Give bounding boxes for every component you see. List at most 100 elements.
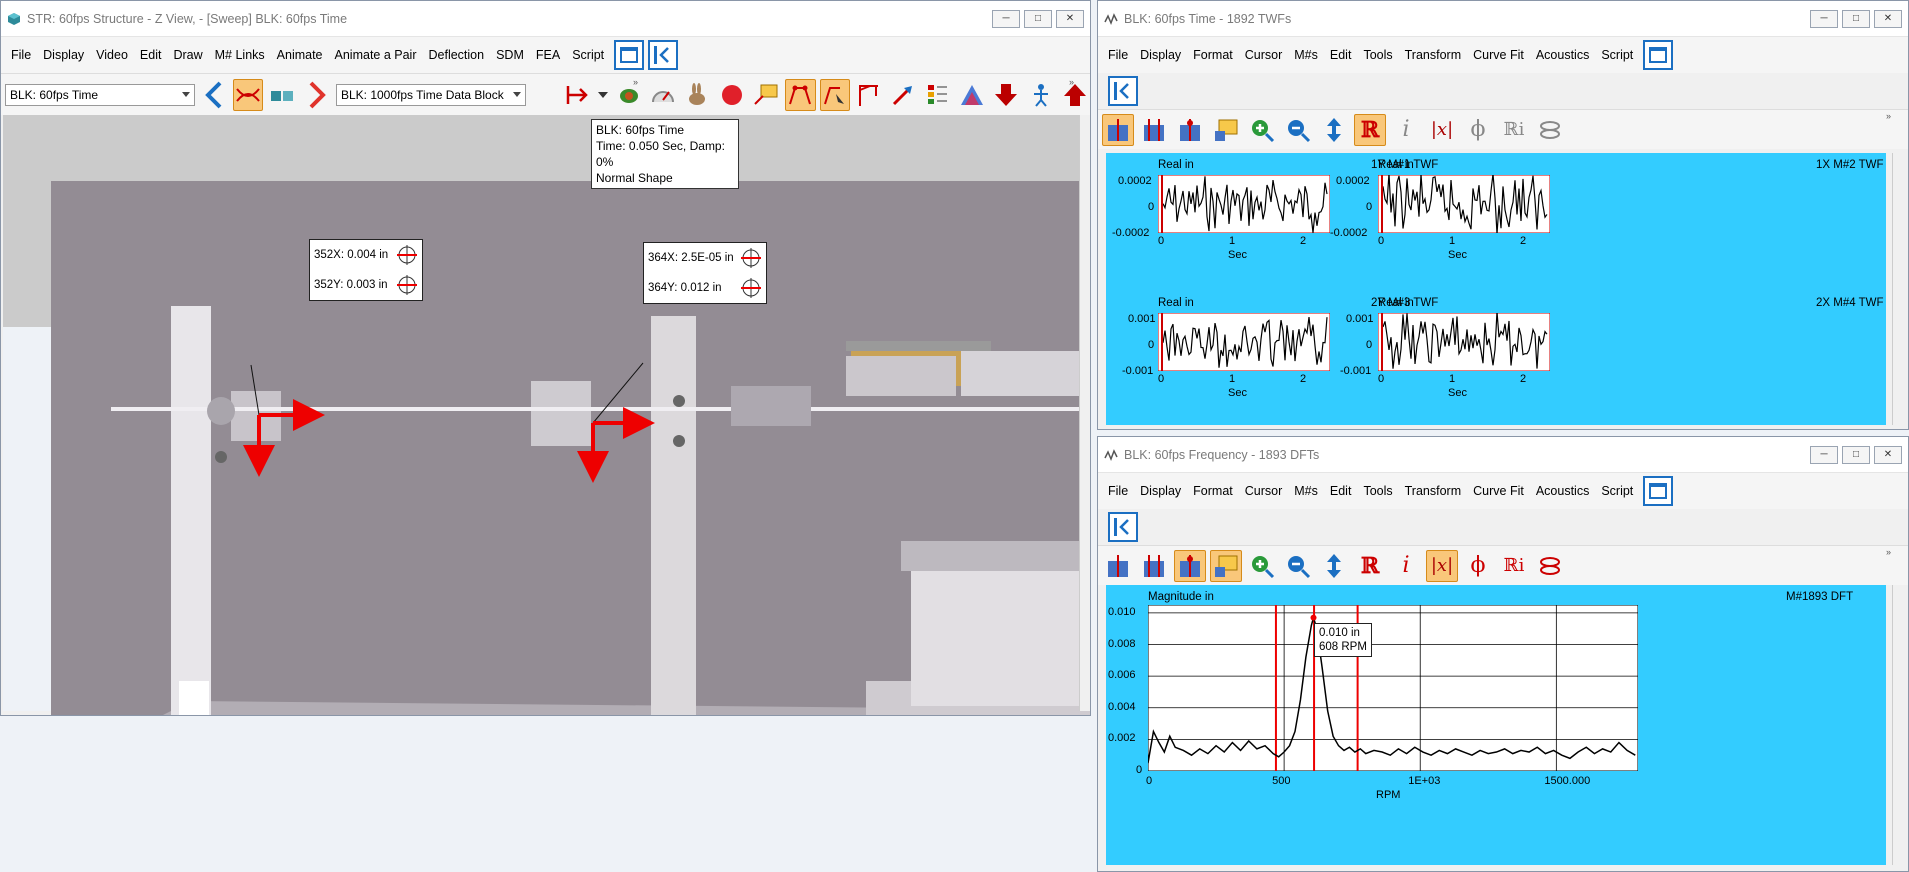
zoom-out-icon[interactable] bbox=[1282, 114, 1314, 146]
zoom-in-icon[interactable] bbox=[1246, 550, 1278, 582]
menu-tools[interactable]: Tools bbox=[1357, 484, 1398, 498]
menu-transform[interactable]: Transform bbox=[1399, 484, 1468, 498]
real-imag-icon[interactable]: ℝi bbox=[1498, 114, 1530, 146]
maximize-button[interactable]: □ bbox=[1842, 9, 1870, 28]
menu-edit[interactable]: Edit bbox=[1324, 484, 1358, 498]
arrow-down-icon[interactable] bbox=[991, 79, 1021, 111]
next-arrow-icon[interactable] bbox=[302, 79, 332, 111]
twf-titlebar[interactable]: BLK: 60fps Time - 1892 TWFs ─ □ ✕ bbox=[1098, 1, 1908, 37]
crosshair-icon[interactable] bbox=[396, 244, 418, 266]
magnitude-icon[interactable]: |x| bbox=[1426, 549, 1458, 582]
color-scale-icon[interactable] bbox=[923, 79, 953, 111]
minimize-button[interactable]: ─ bbox=[1810, 9, 1838, 28]
cubes-icon[interactable] bbox=[267, 79, 297, 111]
twf-scrollbar[interactable] bbox=[1892, 153, 1908, 425]
menu-format[interactable]: Format bbox=[1187, 48, 1239, 62]
menu-edit[interactable]: Edit bbox=[134, 48, 168, 62]
dft-plot-panel[interactable]: Magnitude in M#1893 DFT 0.010 in 608 RPM… bbox=[1106, 585, 1886, 865]
vertical-scale-icon[interactable] bbox=[1318, 550, 1350, 582]
menu-fea[interactable]: FEA bbox=[530, 48, 566, 62]
label-pointer-icon[interactable] bbox=[751, 79, 781, 111]
menu-curve-fit[interactable]: Curve Fit bbox=[1467, 48, 1530, 62]
real-part-icon[interactable]: ℝ bbox=[1354, 113, 1386, 146]
block-select-right[interactable]: BLK: 1000fps Time Data Block bbox=[335, 83, 526, 106]
toolbar-overflow-icon[interactable]: » bbox=[1886, 111, 1891, 121]
window-layout-icon[interactable] bbox=[614, 40, 645, 70]
menu-draw[interactable]: Draw bbox=[167, 48, 208, 62]
window-layout-icon[interactable] bbox=[1643, 476, 1674, 506]
crosshair-icon[interactable] bbox=[740, 247, 762, 269]
dft-titlebar[interactable]: BLK: 60fps Frequency - 1893 DFTs ─ □ ✕ bbox=[1098, 437, 1908, 473]
band-cursor-icon[interactable] bbox=[1138, 114, 1170, 146]
structure-scrollbar[interactable] bbox=[1079, 115, 1090, 711]
real-imag-icon[interactable]: ℝi bbox=[1498, 550, 1530, 582]
minimize-button[interactable]: ─ bbox=[1810, 445, 1838, 464]
real-part-icon[interactable]: ℝ bbox=[1354, 550, 1386, 582]
menu-script[interactable]: Script bbox=[1595, 484, 1639, 498]
menu-display[interactable]: Display bbox=[1134, 48, 1187, 62]
nyquist-icon[interactable] bbox=[1534, 114, 1566, 146]
cursor-values-icon[interactable] bbox=[1210, 114, 1242, 146]
dropdown-chevron-icon[interactable] bbox=[596, 79, 609, 111]
single-cursor-icon[interactable] bbox=[1102, 550, 1134, 582]
menu-tools[interactable]: Tools bbox=[1357, 48, 1398, 62]
vertical-scale-icon[interactable] bbox=[1318, 114, 1350, 146]
window-layout-icon[interactable] bbox=[1643, 40, 1674, 70]
menu-mnums[interactable]: M#s bbox=[1288, 48, 1324, 62]
arrow-diagonal-icon[interactable] bbox=[888, 79, 918, 111]
turtle-icon[interactable] bbox=[614, 79, 644, 111]
peak-cursor-icon[interactable] bbox=[1174, 114, 1206, 146]
toolbar-overflow-icon[interactable]: » bbox=[1886, 547, 1891, 557]
menu-deflection[interactable]: Deflection bbox=[423, 48, 491, 62]
single-cursor-icon[interactable] bbox=[1102, 113, 1134, 146]
rabbit-icon[interactable] bbox=[682, 79, 712, 111]
imaginary-part-icon[interactable]: i bbox=[1390, 550, 1422, 582]
dft-scrollbar[interactable] bbox=[1892, 585, 1908, 865]
imaginary-part-icon[interactable]: i bbox=[1390, 114, 1422, 146]
figure-icon[interactable] bbox=[1025, 79, 1055, 111]
menu-script[interactable]: Script bbox=[566, 48, 610, 62]
point-364-readout[interactable]: 364X: 2.5E-05 in 364Y: 0.012 in bbox=[643, 242, 767, 304]
peak-cursor-icon[interactable] bbox=[1174, 549, 1206, 582]
menu-file[interactable]: File bbox=[5, 48, 37, 62]
menu-acoustics[interactable]: Acoustics bbox=[1530, 484, 1596, 498]
crane-icon[interactable] bbox=[854, 79, 884, 111]
sweep-toggle-icon[interactable] bbox=[232, 78, 264, 111]
zoom-in-icon[interactable] bbox=[1246, 114, 1278, 146]
crosshair-icon[interactable] bbox=[396, 274, 418, 296]
structure-titlebar[interactable]: STR: 60fps Structure - Z View, - [Sweep]… bbox=[1, 1, 1090, 37]
speedometer-icon[interactable] bbox=[648, 79, 678, 111]
close-button[interactable]: ✕ bbox=[1874, 445, 1902, 464]
record-icon[interactable] bbox=[717, 79, 747, 111]
menu-animate-pair[interactable]: Animate a Pair bbox=[329, 48, 423, 62]
structure-viewport[interactable]: 352X: 0.004 in 352Y: 0.003 in 364X: 2.5E… bbox=[3, 115, 1090, 715]
band-cursor-icon[interactable] bbox=[1138, 550, 1170, 582]
structure-tool-icon[interactable] bbox=[562, 79, 592, 111]
crosshair-icon[interactable] bbox=[740, 277, 762, 299]
menu-curve-fit[interactable]: Curve Fit bbox=[1467, 484, 1530, 498]
twf-plot-panel[interactable]: Real in 1Y M#1 TWF 0.0002 0 -0.0002 0 1 … bbox=[1106, 153, 1886, 425]
minimize-button[interactable]: ─ bbox=[992, 9, 1020, 28]
menu-mlinks[interactable]: M# Links bbox=[209, 48, 271, 62]
toolbar-overflow-icon[interactable]: » bbox=[1069, 77, 1074, 87]
dock-left-icon[interactable] bbox=[1108, 512, 1138, 542]
menu-edit[interactable]: Edit bbox=[1324, 48, 1358, 62]
previous-arrow-icon[interactable] bbox=[199, 79, 229, 111]
dock-left-icon[interactable] bbox=[648, 40, 679, 70]
menu-transform[interactable]: Transform bbox=[1399, 48, 1468, 62]
block-select-left[interactable]: BLK: 60fps Time bbox=[5, 83, 195, 106]
menu-script[interactable]: Script bbox=[1595, 48, 1639, 62]
menu-file[interactable]: File bbox=[1102, 48, 1134, 62]
menu-video[interactable]: Video bbox=[90, 48, 134, 62]
menu-format[interactable]: Format bbox=[1187, 484, 1239, 498]
menu-display[interactable]: Display bbox=[37, 48, 90, 62]
maximize-button[interactable]: □ bbox=[1024, 9, 1052, 28]
close-button[interactable]: ✕ bbox=[1056, 9, 1084, 28]
contour-triangle-icon[interactable] bbox=[957, 79, 987, 111]
menu-sdm[interactable]: SDM bbox=[490, 48, 530, 62]
close-button[interactable]: ✕ bbox=[1874, 9, 1902, 28]
menu-mnums[interactable]: M#s bbox=[1288, 484, 1324, 498]
maximize-button[interactable]: □ bbox=[1842, 445, 1870, 464]
cursor-values-icon[interactable] bbox=[1210, 549, 1242, 582]
phase-icon[interactable]: ϕ bbox=[1462, 550, 1494, 582]
